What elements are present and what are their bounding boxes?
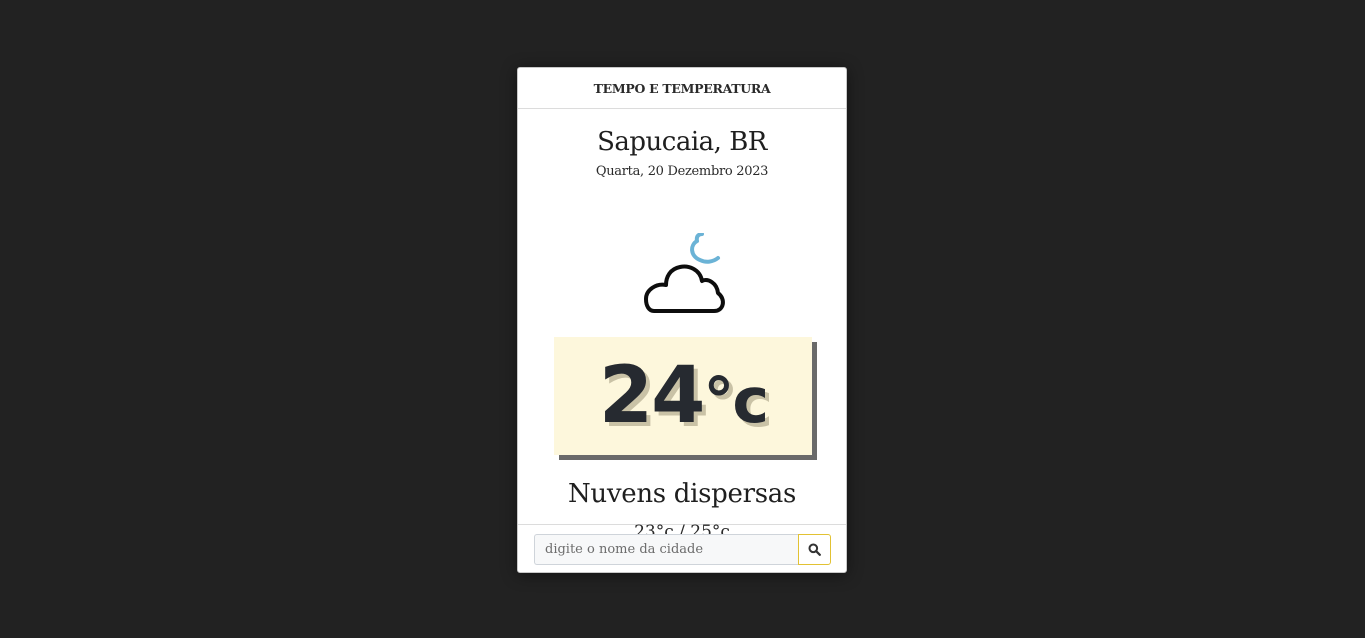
- temperature-box: 24°c: [554, 337, 812, 455]
- current-date: Quarta, 20 Dezembro 2023: [595, 164, 769, 179]
- temperature-unit: °c: [703, 364, 769, 437]
- card-header: TEMPO E TEMPERATURA: [518, 68, 846, 109]
- app-title: TEMPO E TEMPERATURA: [593, 80, 771, 96]
- search-button[interactable]: [798, 534, 831, 565]
- search-icon: [808, 543, 821, 556]
- weather-card: TEMPO E TEMPERATURA Sapucaia, BR Quarta,…: [517, 67, 847, 573]
- city-name: Sapucaia, BR: [597, 127, 767, 157]
- temperature-value: 24: [598, 351, 706, 441]
- cloud-icon: [644, 264, 725, 313]
- temperature-display: 24°c: [599, 357, 769, 437]
- moon-icon: [690, 233, 720, 264]
- city-search-input[interactable]: [534, 534, 798, 565]
- weather-description: Nuvens dispersas: [567, 479, 797, 509]
- card-footer: [518, 525, 846, 575]
- cloud-moon-icon: [644, 233, 725, 313]
- card-body: Sapucaia, BR Quarta, 20 Dezembro 2023 24…: [518, 109, 846, 542]
